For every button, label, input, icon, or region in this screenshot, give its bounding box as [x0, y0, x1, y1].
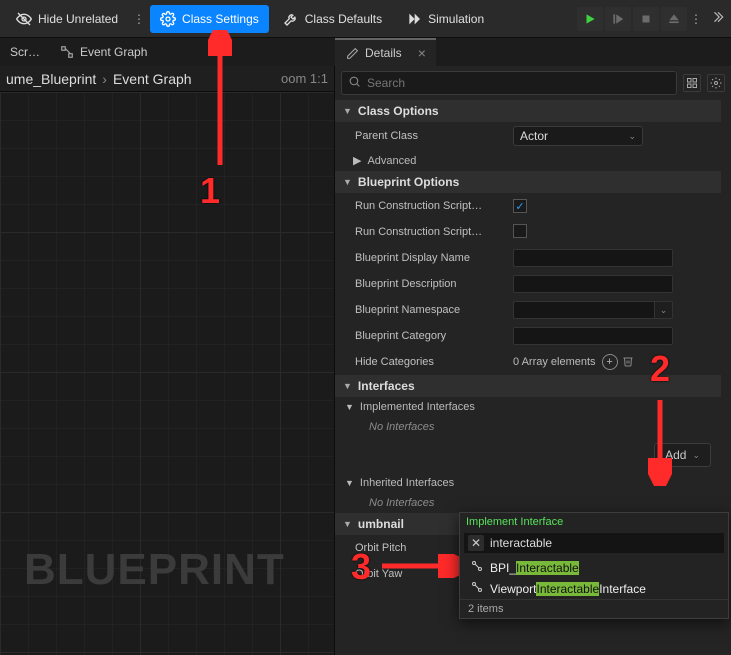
- section-blueprint-options[interactable]: ▼ Blueprint Options: [335, 171, 721, 193]
- interface-icon: [470, 581, 484, 596]
- play-forward-icon: [406, 11, 422, 27]
- prop-category: Blueprint Category: [335, 323, 721, 349]
- pencil-icon: [345, 46, 359, 60]
- prop-description: Blueprint Description: [335, 271, 721, 297]
- eject-button[interactable]: [661, 7, 687, 31]
- implemented-interfaces-header[interactable]: ▼ Implemented Interfaces: [335, 397, 721, 417]
- prop-parent-class: Parent Class Actor ⌄: [335, 122, 721, 150]
- chevron-down-icon[interactable]: ⌄: [654, 302, 672, 318]
- breadcrumb: ume_Blueprint › Event Graph oom 1:1: [0, 66, 334, 92]
- breadcrumb-item[interactable]: ume_Blueprint: [6, 71, 96, 87]
- prop-run-construction-1: Run Construction Script… ✓: [335, 193, 721, 219]
- category-input[interactable]: [513, 327, 673, 345]
- chevron-down-icon: ⌄: [692, 450, 700, 461]
- display-name-input[interactable]: [513, 249, 673, 267]
- popup-search-input[interactable]: [490, 536, 720, 550]
- class-defaults-label: Class Defaults: [305, 12, 382, 26]
- add-element-icon[interactable]: +: [602, 354, 618, 370]
- eye-off-icon: [16, 11, 32, 27]
- simulation-label: Simulation: [428, 12, 484, 26]
- popup-title: Implement Interface: [460, 513, 728, 531]
- toolbar-more-icon[interactable]: ⋮: [132, 12, 146, 26]
- advanced-toggle[interactable]: ▶ Advanced: [335, 150, 721, 171]
- caret-down-icon: ▼: [343, 106, 352, 116]
- chevron-right-icon: ›: [102, 71, 107, 87]
- checkbox-checked[interactable]: ✓: [513, 199, 527, 213]
- blueprint-watermark: BLUEPRINT: [24, 545, 285, 595]
- breadcrumb-item[interactable]: Event Graph: [113, 71, 192, 87]
- tab-strip: Scr… Event Graph Details ×: [0, 38, 731, 66]
- caret-down-icon: ▼: [343, 381, 352, 391]
- play-more-icon[interactable]: ⋮: [689, 12, 703, 26]
- caret-down-icon: ▼: [343, 519, 352, 529]
- settings-gear-icon[interactable]: [707, 74, 725, 92]
- caret-down-icon: ▼: [345, 402, 354, 412]
- trash-icon[interactable]: [622, 355, 634, 370]
- hide-unrelated-label: Hide Unrelated: [38, 12, 118, 26]
- implement-interface-popup: Implement Interface ✕ BPI_Interactable V…: [459, 512, 729, 619]
- popup-footer: 2 items: [460, 599, 728, 618]
- caret-down-icon: ▼: [345, 478, 354, 488]
- popup-item-bpi[interactable]: BPI_Interactable: [460, 557, 728, 578]
- toolbar-overflow-icon[interactable]: [711, 10, 725, 27]
- clear-search-icon[interactable]: ✕: [468, 535, 484, 551]
- class-settings-label: Class Settings: [182, 12, 259, 26]
- caret-down-icon: ▼: [343, 177, 352, 187]
- interface-icon: [470, 560, 484, 575]
- inherited-interfaces-header[interactable]: ▼ Inherited Interfaces: [335, 473, 721, 493]
- popup-item-viewport[interactable]: ViewportInteractableInterface: [460, 578, 728, 599]
- gear-icon: [160, 11, 176, 27]
- main-toolbar: Hide Unrelated ⋮ Class Settings Class De…: [0, 0, 731, 38]
- grid-view-icon[interactable]: [683, 74, 701, 92]
- namespace-input[interactable]: ⌄: [513, 301, 673, 319]
- graph-icon: [60, 45, 74, 59]
- class-settings-button[interactable]: Class Settings: [150, 5, 269, 33]
- prop-display-name: Blueprint Display Name: [335, 245, 721, 271]
- play-button[interactable]: [577, 7, 603, 31]
- no-interfaces-label-2: No Interfaces: [335, 493, 721, 513]
- checkbox-unchecked[interactable]: [513, 224, 527, 238]
- details-search[interactable]: [341, 71, 677, 95]
- popup-search: ✕: [464, 533, 724, 553]
- stop-button[interactable]: [633, 7, 659, 31]
- simulation-button[interactable]: Simulation: [396, 5, 494, 33]
- wrench-icon: [283, 11, 299, 27]
- hide-unrelated-button[interactable]: Hide Unrelated: [6, 5, 128, 33]
- tab-event-graph[interactable]: Event Graph: [50, 38, 157, 66]
- play-controls: ⋮: [577, 7, 725, 31]
- section-interfaces[interactable]: ▼ Interfaces: [335, 375, 721, 397]
- prop-hide-categories: Hide Categories 0 Array elements +: [335, 349, 721, 375]
- step-button[interactable]: [605, 7, 631, 31]
- zoom-indicator: oom 1:1: [281, 71, 328, 86]
- close-icon[interactable]: ×: [418, 45, 426, 61]
- add-interface-button[interactable]: Add ⌄: [654, 443, 711, 467]
- details-search-input[interactable]: [367, 76, 670, 90]
- parent-class-dropdown[interactable]: Actor ⌄: [513, 126, 643, 146]
- section-class-options[interactable]: ▼ Class Options: [335, 100, 721, 122]
- chevron-down-icon: ⌄: [628, 131, 636, 142]
- prop-namespace: Blueprint Namespace ⌄: [335, 297, 721, 323]
- class-defaults-button[interactable]: Class Defaults: [273, 5, 392, 33]
- description-input[interactable]: [513, 275, 673, 293]
- caret-right-icon: ▶: [353, 154, 361, 167]
- tab-details[interactable]: Details ×: [335, 38, 436, 66]
- graph-viewport[interactable]: ume_Blueprint › Event Graph oom 1:1 BLUE…: [0, 66, 334, 655]
- search-icon: [348, 75, 361, 91]
- tab-scr[interactable]: Scr…: [0, 38, 50, 66]
- prop-run-construction-2: Run Construction Script…: [335, 219, 721, 245]
- no-interfaces-label: No Interfaces: [335, 417, 721, 437]
